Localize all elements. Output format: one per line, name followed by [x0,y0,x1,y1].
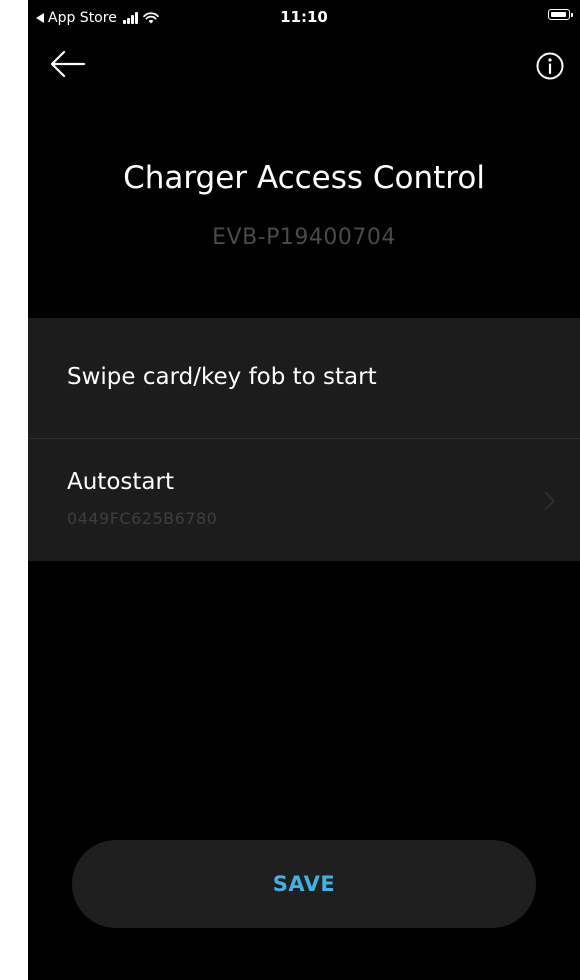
option-autostart-label: Autostart [67,469,174,495]
option-swipe-card[interactable]: Swipe card/key fob to start [28,318,580,439]
option-autostart-value: 0449FC625B6780 [67,509,218,528]
info-circle-icon [536,52,564,80]
chevron-right-icon [545,492,555,510]
option-swipe-label: Swipe card/key fob to start [67,364,377,390]
access-options-list: Swipe card/key fob to start Autostart 04… [28,318,580,561]
option-autostart[interactable]: Autostart 0449FC625B6780 [28,439,580,561]
info-button[interactable] [534,50,566,82]
status-bar: App Store 11:10 [28,0,580,34]
status-time: 11:10 [280,8,328,26]
device-id: EVB-P19400704 [212,225,396,250]
arrow-left-icon [50,50,86,78]
battery-icon [548,9,573,20]
back-button[interactable] [48,48,88,80]
save-button[interactable]: SAVE [72,840,536,928]
app-screen: App Store 11:10 Charger Access Control E… [28,0,580,980]
page-title: Charger Access Control [123,160,485,196]
